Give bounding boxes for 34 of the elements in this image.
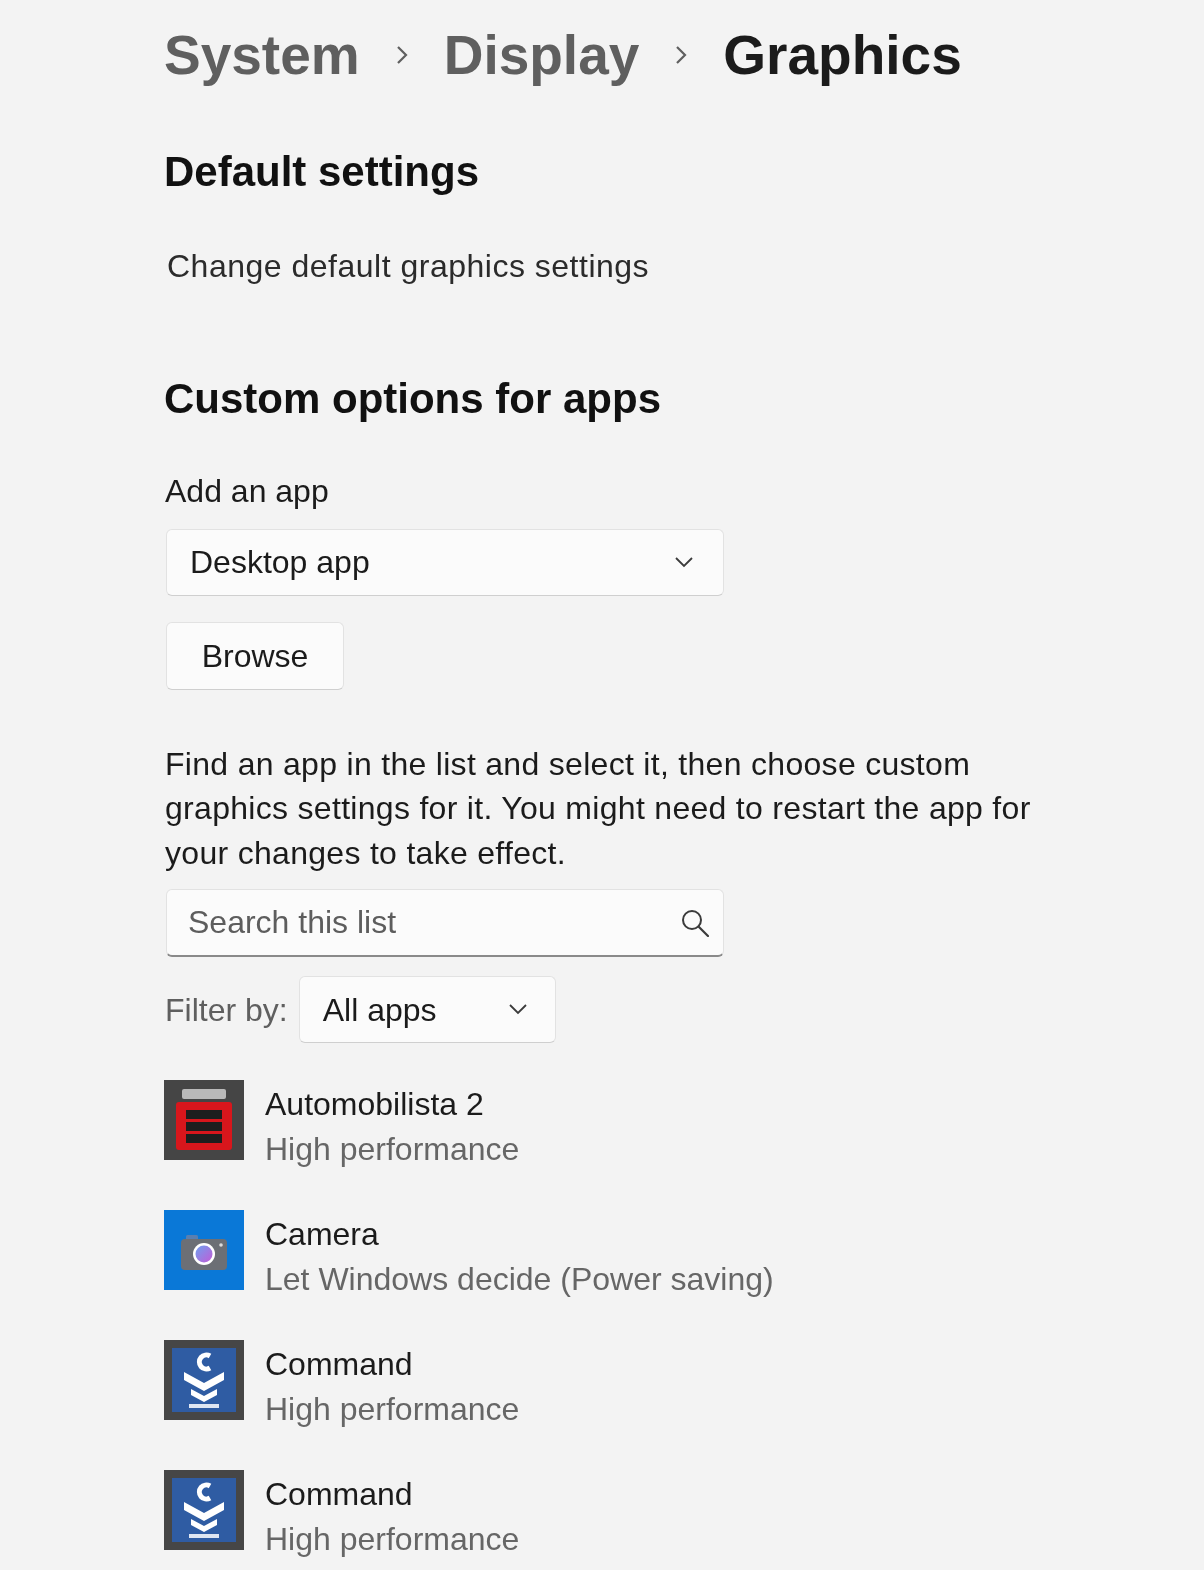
chevron-logo-icon [164, 1340, 244, 1421]
instructions-text: Find an app in the list and select it, then choose custom graphics settings for it. You might need to restart the app for your changes to take effect. [165, 744, 1032, 873]
filter-dropdown[interactable]: All apps [298, 976, 556, 1044]
app-name: Automobilista 2 [265, 1085, 485, 1125]
settings-link[interactable]: Change default graphics settings [167, 247, 650, 286]
chevron-logo-icon [164, 1470, 244, 1551]
chevron-down-icon [675, 556, 693, 568]
app-list-item[interactable]: Command High performance [164, 1340, 1204, 1433]
chevron-right-icon [675, 45, 688, 65]
app-setting: High performance [265, 1520, 520, 1560]
app-type-dropdown[interactable]: Desktop app [166, 528, 724, 596]
search-field[interactable]: Search this list [166, 889, 724, 958]
section-heading: Custom options for apps [164, 373, 661, 424]
camera-icon [164, 1210, 244, 1291]
chevron-right-icon [395, 45, 408, 65]
app-name: Command [265, 1345, 414, 1385]
filter-label: Filter by: [165, 990, 288, 1030]
breadcrumb-link[interactable]: System [164, 22, 360, 88]
logo-tile-icon [164, 1080, 244, 1161]
browse-button[interactable]: Browse [166, 621, 344, 690]
app-setting: High performance [265, 1130, 520, 1170]
app-name: Command [265, 1475, 414, 1515]
page-title: Graphics [723, 23, 962, 88]
app-setting: High performance [265, 1390, 520, 1430]
app-setting: Let Windows decide (Power saving) [265, 1260, 774, 1300]
field-label: Add an app [165, 472, 329, 511]
app-list-item[interactable]: Command High performance [164, 1470, 1204, 1563]
search-icon [681, 909, 709, 938]
app-list-item[interactable]: Automobilista 2 High performance [164, 1080, 1204, 1173]
breadcrumb-link[interactable]: Display [443, 22, 640, 88]
app-list-item[interactable]: Camera Let Windows decide (Power saving) [164, 1210, 1204, 1303]
section-heading: Default settings [164, 147, 480, 197]
app-name: Camera [265, 1215, 380, 1255]
chevron-down-icon [508, 1004, 527, 1016]
